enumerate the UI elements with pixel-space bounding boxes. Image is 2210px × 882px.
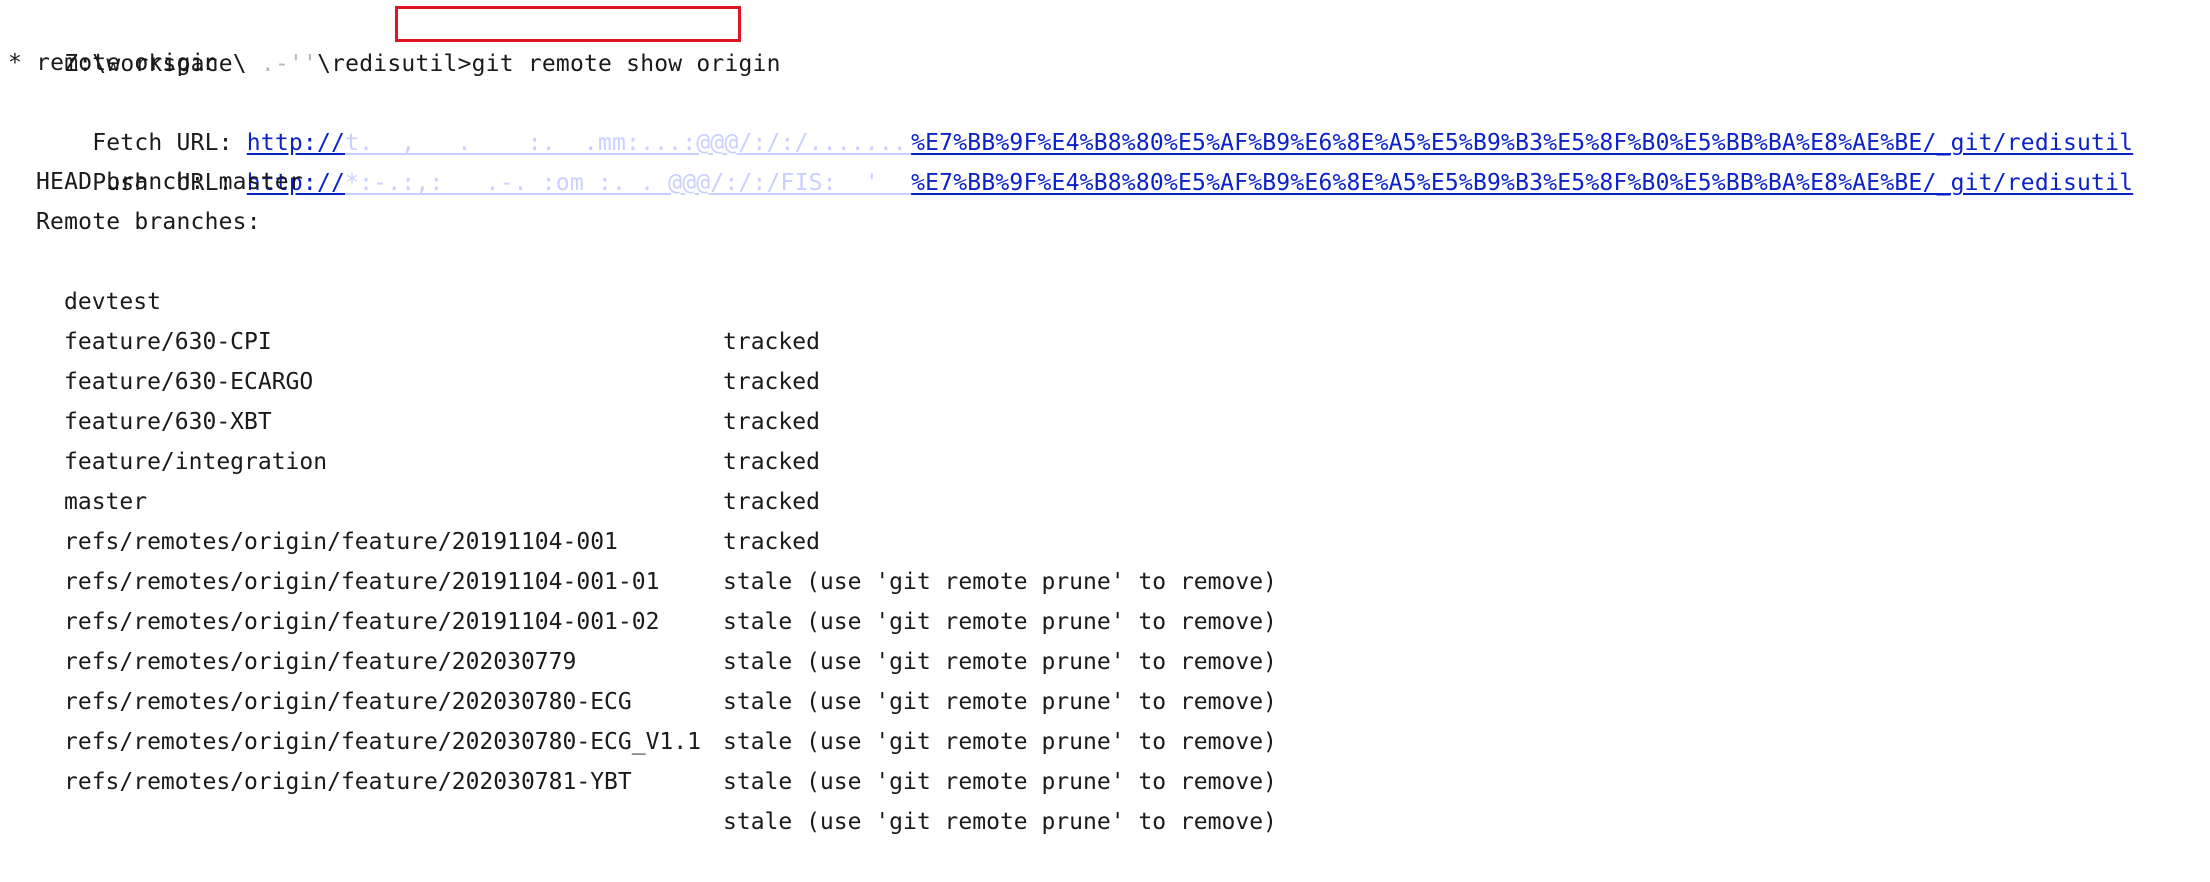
push-url-line: Push URL: http://*:-.:,: .-. :om :. . @@… [36, 123, 2133, 196]
branch-row: feature/integration tracked [0, 402, 2210, 515]
fetch-url-line: Fetch URL: http://t. , . :. .mm:...:@@@/… [36, 83, 2133, 156]
branch-status: stale (use 'git remote prune' to remove) [723, 769, 1277, 795]
branch-row: refs/remotes/origin/feature/202030780-EC… [0, 682, 2210, 795]
remote-branches-label: Remote branches: [36, 209, 261, 235]
terminal-window: Z:\workspace\ .-''\redisutil>git remote … [0, 0, 2210, 835]
branch-row: feature/630-ECARGO tracked [0, 322, 2210, 435]
push-url-masked: *:-.:,: .-. :om :. . @@@/:/:/FIS: ' .: :… [345, 170, 911, 196]
branch-row: feature/630-XBT tracked [0, 362, 2210, 475]
prompt-path-masked: .-'' [246, 51, 318, 77]
push-url-suffix: %E7%BB%9F%E4%B8%80%E5%AF%B9%E6%8E%A5%E5%… [911, 170, 2134, 196]
branch-row: master tracked [0, 442, 2210, 555]
remote-header: * remote origin [8, 50, 219, 76]
branch-row: devtest tracked [0, 242, 2210, 355]
branch-row: refs/remotes/origin/feature/20191104-001… [0, 562, 2210, 675]
branch-row: refs/remotes/origin/feature/20191104-001… [0, 482, 2210, 595]
prompt-caret: > [457, 51, 472, 77]
branch-name: refs/remotes/origin/feature/202030781-YB… [64, 769, 632, 795]
prompt-path-suffix: \redisutil [317, 51, 458, 77]
branch-row: refs/remotes/origin/feature/202030779 st… [0, 602, 2210, 715]
branch-row: refs/remotes/origin/feature/202030781-YB… [0, 722, 2210, 835]
push-url-link[interactable]: http://*:-.:,: .-. :om :. . @@@/:/:/FIS:… [247, 170, 2133, 196]
branch-row: feature/630-CPI tracked [0, 282, 2210, 395]
command-highlight-box [395, 6, 741, 42]
head-branch-line: HEAD branch: master [36, 169, 303, 195]
command-text: git remote show origin [471, 51, 781, 77]
branch-row: refs/remotes/origin/feature/20191104-001… [0, 522, 2210, 635]
branch-status: stale (use 'git remote prune' to remove) [723, 809, 1277, 835]
branch-row: refs/remotes/origin/feature/202030780-EC… [0, 642, 2210, 755]
